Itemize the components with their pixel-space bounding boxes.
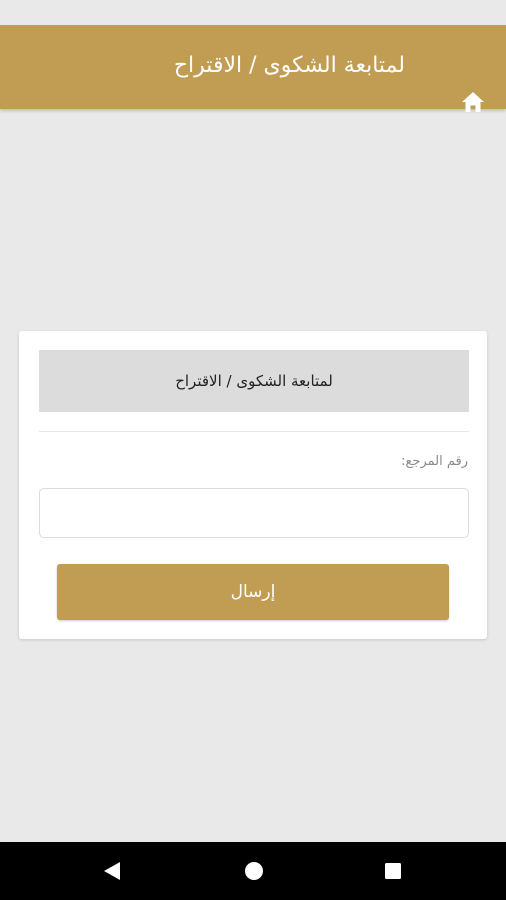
reference-number-label: رقم المرجع: (401, 454, 468, 469)
divider (39, 431, 469, 432)
page-title: لمتابعة الشكوى / الاقتراح (173, 53, 405, 78)
form-header: لمتابعة الشكوى / الاقتراح (39, 350, 469, 412)
status-bar (0, 0, 506, 25)
back-button[interactable] (99, 858, 125, 884)
app-bar: لمتابعة الشكوى / الاقتراح (0, 25, 506, 112)
recents-square-icon (385, 863, 401, 879)
form-card: لمتابعة الشكوى / الاقتراح رقم المرجع: إر… (19, 331, 487, 639)
back-triangle-icon (104, 862, 120, 880)
system-nav-bar (0, 842, 506, 900)
home-circle-icon (245, 862, 263, 880)
reference-number-input[interactable] (39, 488, 469, 538)
recents-button[interactable] (380, 858, 406, 884)
home-icon (462, 92, 484, 112)
home-nav-button[interactable] (241, 858, 267, 884)
submit-button[interactable]: إرسال (57, 564, 449, 620)
home-button[interactable] (458, 89, 488, 115)
